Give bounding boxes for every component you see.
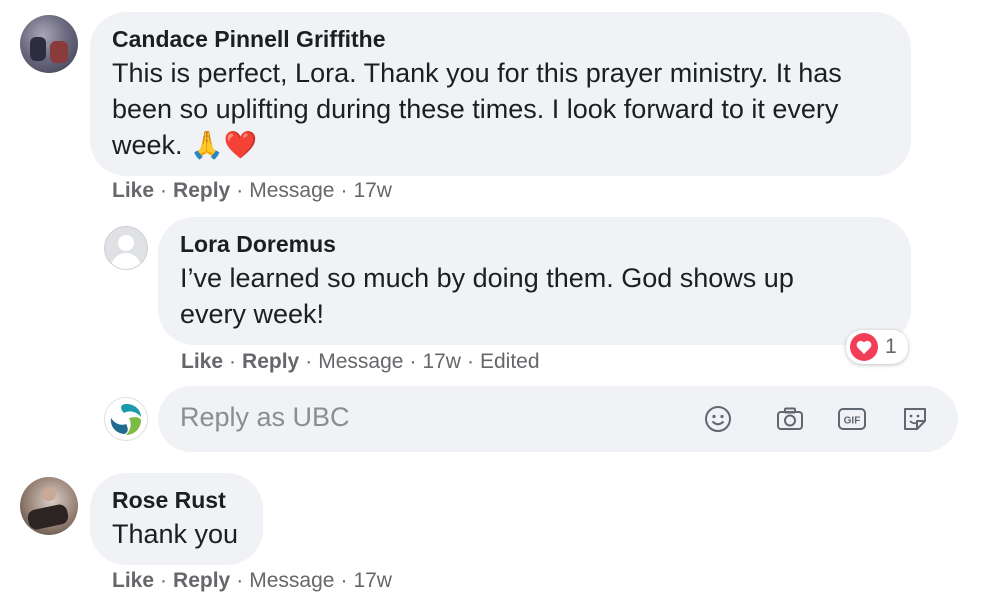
reply-link[interactable]: Reply: [173, 569, 230, 592]
avatar-candace[interactable]: [20, 15, 78, 73]
reply-text-line: I’ve learned so much by doing them. God …: [180, 263, 794, 293]
sticker-icon[interactable]: [900, 404, 930, 434]
message-link[interactable]: Message: [249, 569, 334, 592]
comment-actions: Like · Reply · Message · 17w: [112, 179, 392, 203]
reply-link[interactable]: Reply: [173, 179, 230, 202]
svg-text:GIF: GIF: [844, 416, 861, 427]
avatar-rose[interactable]: [20, 477, 78, 535]
separator: ·: [409, 350, 417, 373]
emoji-group: 🙏❤️: [190, 130, 258, 160]
timestamp[interactable]: 17w: [353, 569, 392, 592]
separator: ·: [466, 350, 474, 373]
like-link[interactable]: Like: [181, 350, 223, 373]
emoji-icon[interactable]: [703, 404, 733, 434]
timestamp[interactable]: 17w: [422, 350, 461, 373]
reply-text: I’ve learned so much by doing them. God …: [180, 260, 900, 332]
message-link[interactable]: Message: [318, 350, 403, 373]
like-link[interactable]: Like: [112, 179, 154, 202]
comment-bubble: Candace Pinnell Griffithe This is perfec…: [90, 12, 911, 176]
reply-bubble: Lora Doremus I’ve learned so much by doi…: [158, 217, 911, 345]
timestamp[interactable]: 17w: [353, 179, 392, 202]
avatar-lora[interactable]: [104, 226, 148, 270]
reply-link[interactable]: Reply: [242, 350, 299, 373]
separator: ·: [160, 179, 168, 202]
gif-icon[interactable]: GIF: [837, 404, 867, 434]
reaction-count: 1: [885, 335, 897, 358]
comment-text: This is perfect, Lora. Thank you for thi…: [112, 55, 902, 163]
separator: ·: [160, 569, 168, 592]
reply-input[interactable]: Reply as UBC GIF: [158, 386, 958, 452]
comment-author[interactable]: Rose Rust: [112, 487, 226, 514]
reply-author[interactable]: Lora Doremus: [180, 231, 336, 258]
comment-bubble: Rose Rust Thank you: [90, 473, 263, 565]
ubc-logo-icon: [110, 404, 141, 435]
camera-icon[interactable]: [775, 404, 805, 434]
like-link[interactable]: Like: [112, 569, 154, 592]
separator: ·: [305, 350, 313, 373]
reply-text-line: every week!: [180, 299, 325, 329]
separator: ·: [236, 569, 244, 592]
love-reaction-icon: [850, 333, 878, 361]
reply-placeholder: Reply as UBC: [180, 402, 350, 432]
reply-actions: Like · Reply · Message · 17w · Edited: [181, 350, 540, 374]
comment-text-line-end: week.: [112, 130, 183, 160]
separator: ·: [340, 569, 348, 592]
message-link[interactable]: Message: [249, 179, 334, 202]
comment-author[interactable]: Candace Pinnell Griffithe: [112, 26, 386, 53]
comment-text-line: been so uplifting during these times. I …: [112, 94, 839, 124]
separator: ·: [229, 350, 237, 373]
comment-actions: Like · Reply · Message · 17w: [112, 569, 392, 593]
comment-text-line: This is perfect, Lora. Thank you for thi…: [112, 58, 842, 88]
edited-label[interactable]: Edited: [480, 350, 540, 373]
separator: ·: [340, 179, 348, 202]
reaction-badge[interactable]: 1: [846, 330, 908, 364]
comment-text-line: week. 🙏❤️: [112, 127, 902, 163]
avatar-ubc: [104, 397, 148, 441]
separator: ·: [236, 179, 244, 202]
comment-text: Thank you: [112, 519, 239, 549]
